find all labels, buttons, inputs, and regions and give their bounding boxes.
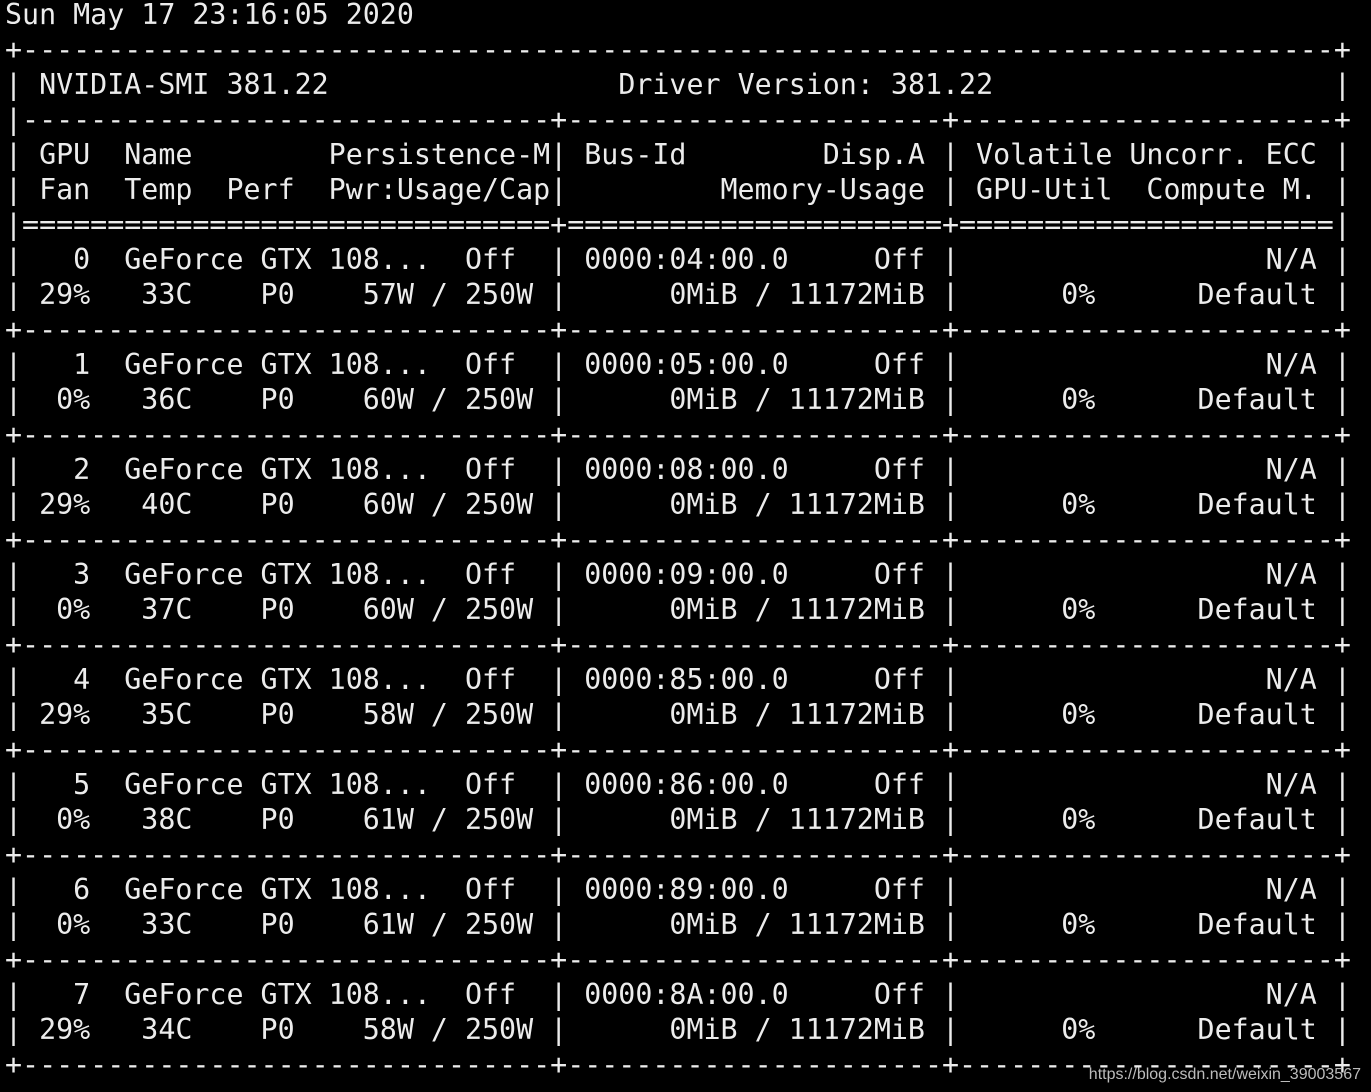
gpu-row-info: | 3 GeForce GTX 108... Off | 0000:09:00.… xyxy=(5,558,1351,591)
watermark: https://blog.csdn.net/weixin_39003567 xyxy=(1088,1066,1361,1083)
timestamp: Sun May 17 23:16:05 2020 xyxy=(5,0,414,31)
driver-version: Driver Version: 381.22 xyxy=(618,68,994,101)
gpu-row-info: | 2 GeForce GTX 108... Off | 0000:08:00.… xyxy=(5,453,1351,486)
table-header-separator: |===============================+=======… xyxy=(5,208,1351,241)
smi-header-line: | NVIDIA-SMI 381.22 Driver Version: 381.… xyxy=(5,68,1351,101)
gpu-row-separator: +-------------------------------+-------… xyxy=(5,838,1351,871)
table-border: +---------------------------------------… xyxy=(5,33,1351,66)
gpu-row-stats: | 29% 40C P0 60W / 250W | 0MiB / 11172Mi… xyxy=(5,488,1351,521)
gpu-row-separator: +-------------------------------+-------… xyxy=(5,523,1351,556)
gpu-row-info: | 5 GeForce GTX 108... Off | 0000:86:00.… xyxy=(5,768,1351,801)
terminal-output: Sun May 17 23:16:05 2020 +---------------… xyxy=(5,0,1351,1082)
gpu-row-separator: +-------------------------------+-------… xyxy=(5,313,1351,346)
column-header-row: | GPU Name Persistence-M| Bus-Id Disp.A … xyxy=(5,138,1351,171)
gpu-row-info: | 4 GeForce GTX 108... Off | 0000:85:00.… xyxy=(5,663,1351,696)
gpu-row-info: | 0 GeForce GTX 108... Off | 0000:04:00.… xyxy=(5,243,1351,276)
gpu-row-separator: +-------------------------------+-------… xyxy=(5,628,1351,661)
gpu-row-info: | 7 GeForce GTX 108... Off | 0000:8A:00.… xyxy=(5,978,1351,1011)
gpu-row-separator: +-------------------------------+-------… xyxy=(5,943,1351,976)
gpu-row-stats: | 0% 36C P0 60W / 250W | 0MiB / 11172MiB… xyxy=(5,383,1351,416)
column-header-row: | Fan Temp Perf Pwr:Usage/Cap| Memory-Us… xyxy=(5,173,1351,206)
gpu-row-stats: | 0% 33C P0 61W / 250W | 0MiB / 11172MiB… xyxy=(5,908,1351,941)
gpu-row-separator: +-------------------------------+-------… xyxy=(5,733,1351,766)
smi-version: NVIDIA-SMI 381.22 xyxy=(39,68,329,101)
gpu-row-info: | 1 GeForce GTX 108... Off | 0000:05:00.… xyxy=(5,348,1351,381)
gpu-row-separator: +-------------------------------+-------… xyxy=(5,418,1351,451)
gpu-row-stats: | 0% 37C P0 60W / 250W | 0MiB / 11172MiB… xyxy=(5,593,1351,626)
gpu-row-stats: | 29% 35C P0 58W / 250W | 0MiB / 11172Mi… xyxy=(5,698,1351,731)
gpu-row-stats: | 0% 38C P0 61W / 250W | 0MiB / 11172MiB… xyxy=(5,803,1351,836)
gpu-row-info: | 6 GeForce GTX 108... Off | 0000:89:00.… xyxy=(5,873,1351,906)
gpu-row-stats: | 29% 33C P0 57W / 250W | 0MiB / 11172Mi… xyxy=(5,278,1351,311)
gpu-row-stats: | 29% 34C P0 58W / 250W | 0MiB / 11172Mi… xyxy=(5,1013,1351,1046)
table-divider: |-------------------------------+-------… xyxy=(5,103,1351,136)
